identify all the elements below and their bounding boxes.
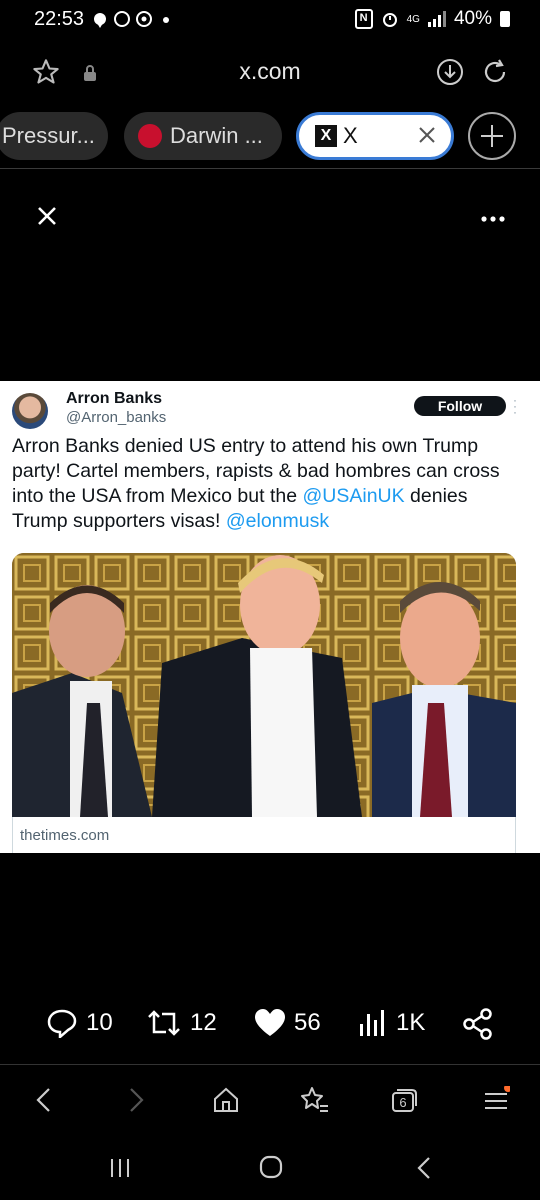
plus-icon — [481, 125, 503, 147]
status-time: 22:53 — [34, 8, 85, 30]
tabs-icon[interactable]: 6 — [390, 1086, 418, 1114]
engagement-bar: 10 12 56 1K — [0, 1008, 540, 1052]
tab-darwin[interactable]: Darwin ... — [124, 112, 282, 160]
refresh-icon[interactable] — [482, 58, 510, 86]
tab-label: Darwin ... — [170, 123, 263, 148]
browser-nav: 6 — [0, 1078, 540, 1122]
tab-x[interactable]: X X — [296, 112, 454, 160]
tweet-more-icon[interactable]: · · · — [513, 394, 517, 418]
share-icon — [463, 1008, 492, 1040]
bar-divider — [0, 1064, 540, 1065]
reply-count: 10 — [86, 1009, 113, 1036]
tweet-text: Arron Banks denied US entry to attend hi… — [12, 434, 528, 534]
notification-icon — [94, 11, 169, 28]
forward-icon[interactable] — [126, 1086, 146, 1119]
network-type: 4G — [406, 13, 420, 25]
like-icon — [255, 1009, 285, 1036]
link-domain: thetimes.com — [20, 827, 110, 844]
reply-button[interactable]: 10 — [46, 1008, 113, 1038]
link-domain-box[interactable]: thetimes.com — [12, 817, 516, 853]
follow-button[interactable]: Follow — [414, 396, 506, 416]
new-tab-button[interactable] — [468, 112, 516, 160]
close-icon[interactable] — [36, 205, 58, 232]
author-handle[interactable]: @Arron_banks — [66, 409, 166, 426]
repost-icon — [148, 1010, 180, 1036]
like-button[interactable]: 56 — [254, 1008, 321, 1038]
author-name[interactable]: Arron Banks — [66, 390, 162, 408]
home-nav-icon[interactable] — [258, 1154, 284, 1185]
x-logo-icon: X — [315, 125, 337, 147]
repost-button[interactable]: 12 — [146, 1008, 217, 1038]
tab-divider — [0, 168, 540, 169]
system-nav — [0, 1146, 540, 1190]
mention-link[interactable]: @USAinUK — [302, 485, 404, 507]
views-button[interactable]: 1K — [358, 1008, 425, 1038]
views-count: 1K — [396, 1009, 426, 1036]
recents-icon[interactable] — [108, 1156, 132, 1185]
views-icon — [360, 1010, 384, 1036]
back-icon[interactable] — [34, 1086, 54, 1119]
share-button[interactable] — [462, 1008, 494, 1040]
menu-icon[interactable] — [482, 1084, 512, 1119]
tab-count: 6 — [399, 1095, 407, 1110]
url-bar: x.com — [0, 44, 540, 100]
download-icon[interactable] — [436, 58, 464, 86]
tab-pressure[interactable]: Pressur... — [0, 112, 108, 160]
battery-icon — [500, 11, 510, 27]
battery-percent: 40% — [453, 8, 492, 29]
avatar[interactable] — [12, 393, 48, 429]
liverpool-crest-icon — [138, 124, 162, 148]
home-icon[interactable] — [212, 1086, 240, 1119]
bookmarks-icon[interactable] — [300, 1086, 330, 1119]
more-icon[interactable] — [480, 210, 506, 228]
like-count: 56 — [294, 1009, 321, 1036]
reply-icon — [47, 1009, 77, 1038]
status-bar: 22:53 N 4G 40% — [0, 0, 540, 40]
tab-label: Pressur... — [2, 123, 95, 148]
alarm-icon — [382, 13, 397, 27]
tab-label: X — [343, 123, 358, 148]
signal-icon — [427, 11, 446, 27]
nfc-icon: N — [354, 9, 373, 29]
link-preview-image[interactable] — [12, 553, 516, 817]
system-back-icon[interactable] — [414, 1154, 434, 1187]
mention-link[interactable]: @elonmusk — [226, 510, 329, 532]
tweet-card[interactable]: Arron Banks @Arron_banks Follow · · · Arro… — [0, 381, 540, 853]
close-tab-icon[interactable] — [417, 125, 437, 151]
notification-icons — [92, 9, 172, 34]
repost-count: 12 — [190, 1009, 217, 1036]
status-right: N 4G 40% — [354, 8, 510, 30]
